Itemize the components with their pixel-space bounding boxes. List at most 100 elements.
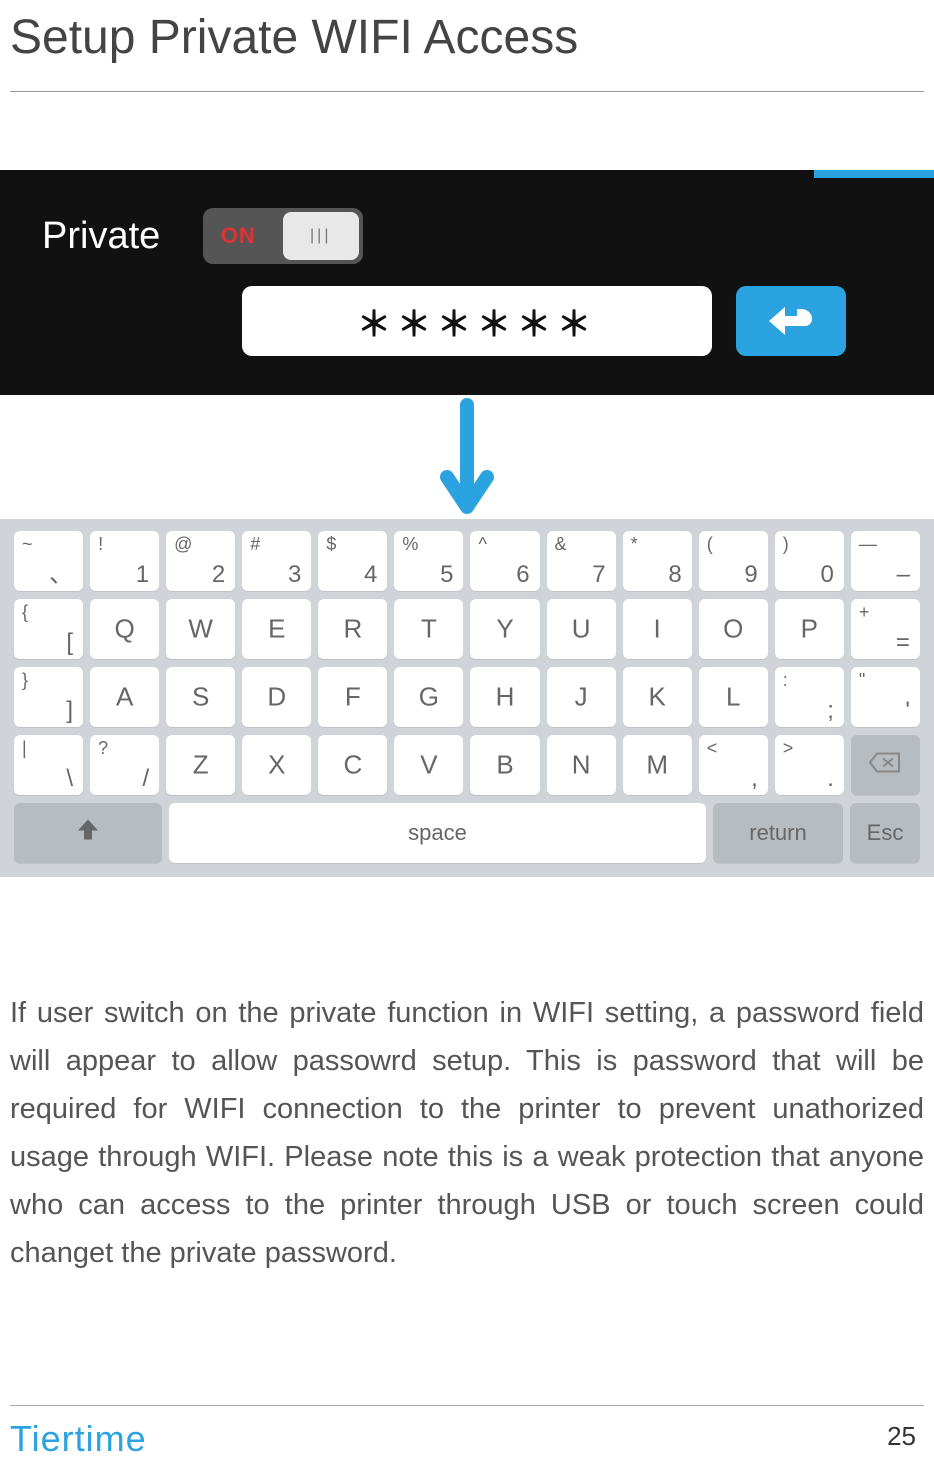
key-f[interactable]: F [318,667,387,727]
key-sym[interactable]: += [851,599,920,659]
key-l[interactable]: L [699,667,768,727]
key-n[interactable]: N [547,735,616,795]
key-label: U [572,614,591,645]
key-w[interactable]: W [166,599,235,659]
key-return[interactable]: return [713,803,843,863]
key-sym[interactable]: <, [699,735,768,795]
key-upper-label: : [783,671,788,689]
key-label: A [116,682,133,713]
key-label: C [343,750,362,781]
key-v[interactable]: V [394,735,463,795]
key-sym[interactable]: |\ [14,735,83,795]
key-label: I [654,614,661,645]
key-y[interactable]: Y [470,599,539,659]
key-upper-label: # [250,535,260,553]
key-sym[interactable]: >. [775,735,844,795]
description-text: If user switch on the private function i… [10,989,924,1277]
key-lower-label: 5 [440,563,453,587]
key-upper-label: — [859,535,877,553]
key-sym[interactable]: ?/ [90,735,159,795]
private-label: Private [42,215,160,258]
key-label: F [345,682,361,713]
key-j[interactable]: J [547,667,616,727]
key-x[interactable]: X [242,735,311,795]
key-lower-label: 9 [744,563,757,587]
shift-icon [75,817,101,850]
key-sym[interactable]: ^6 [470,531,539,591]
key-sym[interactable]: $4 [318,531,387,591]
key-e[interactable]: E [242,599,311,659]
key-lower-label: 2 [212,563,225,587]
key-label: Q [114,614,134,645]
key-sym[interactable]: ~、 [14,531,83,591]
key-sym[interactable]: *8 [623,531,692,591]
key-z[interactable]: Z [166,735,235,795]
key-upper-label: | [22,739,27,757]
key-k[interactable]: K [623,667,692,727]
key-b[interactable]: B [470,735,539,795]
key-label: M [646,750,668,781]
key-upper-label: " [859,671,865,689]
key-d[interactable]: D [242,667,311,727]
key-i[interactable]: I [623,599,692,659]
key-sym[interactable]: @2 [166,531,235,591]
key-esc[interactable]: Esc [850,803,920,863]
key-o[interactable]: O [699,599,768,659]
password-field[interactable]: ＊＊＊＊＊＊ [242,286,712,356]
page-number: 25 [887,1421,916,1452]
key-label: X [268,750,285,781]
key-sym[interactable]: )0 [775,531,844,591]
key-t[interactable]: T [394,599,463,659]
key-lower-label: [ [66,631,73,655]
key-sym[interactable]: %5 [394,531,463,591]
key-g[interactable]: G [394,667,463,727]
key-upper-label: { [22,603,28,621]
back-button[interactable] [736,286,846,356]
key-shift[interactable] [14,803,162,863]
key-sym[interactable]: —– [851,531,920,591]
key-lower-label: 3 [288,563,301,587]
key-upper-label: * [631,535,638,553]
panel-corner-accent [814,170,934,178]
key-label: L [726,682,740,713]
key-q[interactable]: Q [90,599,159,659]
key-h[interactable]: H [470,667,539,727]
key-sym[interactable]: !1 [90,531,159,591]
private-toggle[interactable]: ON ||| [203,208,363,264]
key-upper-label: ~ [22,535,33,553]
onscreen-keyboard: ~、!1@2#3$4%5^6&7*8(9)0—– {[QWERTYUIOP+= … [0,519,934,877]
key-upper-label: ? [98,739,108,757]
key-p[interactable]: P [775,599,844,659]
key-label: N [572,750,591,781]
key-m[interactable]: M [623,735,692,795]
key-label: Esc [867,820,904,846]
footer-divider [10,1405,924,1406]
key-lower-label: . [827,767,834,791]
toggle-knob: ||| [283,212,359,260]
key-sym[interactable]: {[ [14,599,83,659]
key-sym[interactable]: (9 [699,531,768,591]
key-r[interactable]: R [318,599,387,659]
key-lower-label: / [142,767,149,791]
key-c[interactable]: C [318,735,387,795]
key-s[interactable]: S [166,667,235,727]
key-lower-label: 7 [592,563,605,587]
key-lower-label: 1 [136,563,149,587]
key-sym[interactable]: "' [851,667,920,727]
key-u[interactable]: U [547,599,616,659]
key-backspace[interactable] [851,735,920,795]
key-lower-label: ] [66,699,73,723]
key-sym[interactable]: :; [775,667,844,727]
key-a[interactable]: A [90,667,159,727]
key-sym[interactable]: &7 [547,531,616,591]
key-lower-label: \ [66,767,73,791]
toggle-on-text: ON [221,223,256,249]
key-label: V [420,750,437,781]
key-sym[interactable]: #3 [242,531,311,591]
key-space[interactable]: space [169,803,706,863]
back-arrow-icon [765,301,817,341]
title-divider [10,91,924,92]
key-lower-label: = [896,631,910,655]
key-label: T [421,614,437,645]
key-sym[interactable]: }] [14,667,83,727]
